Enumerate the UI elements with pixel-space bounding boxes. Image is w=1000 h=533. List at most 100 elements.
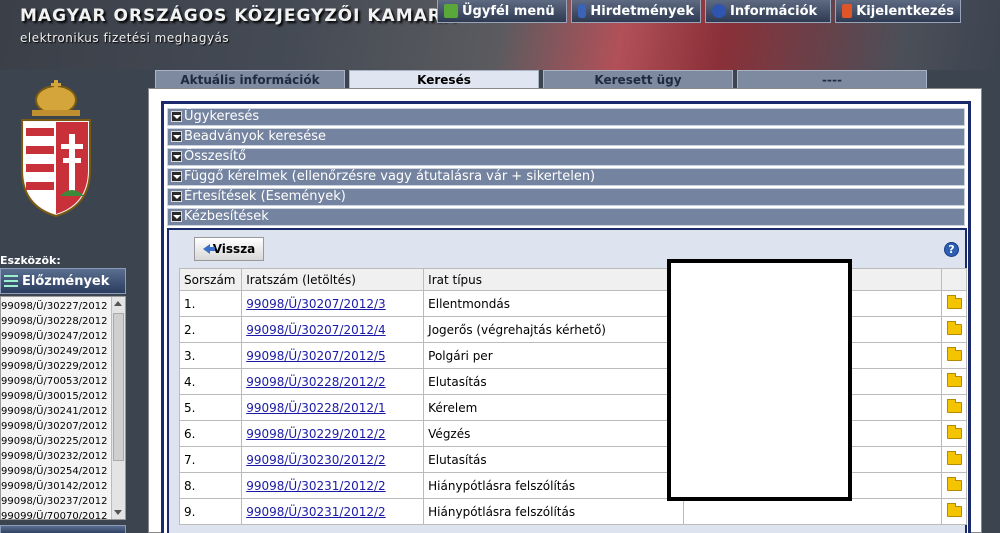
history-item[interactable]: 99098/Ü/30241/2012 [1, 404, 111, 419]
tab-empty[interactable]: ---- [737, 70, 927, 88]
tab-current-info[interactable]: Aktuális információk [155, 70, 345, 88]
row-action [941, 316, 967, 343]
document-download-link[interactable]: 99098/Ü/30207/2012/5 [246, 349, 385, 363]
exit-icon [842, 4, 853, 18]
history-item[interactable]: 99099/Ü/70070/2012 [1, 509, 111, 519]
history-item[interactable]: 99098/Ü/30227/2012 [1, 299, 111, 314]
accordion-summary[interactable]: Összesítő [167, 148, 965, 166]
sidebar-bottom-button[interactable] [0, 525, 126, 533]
history-scrollbar[interactable] [111, 297, 125, 519]
back-button[interactable]: Vissza [194, 237, 264, 261]
row-addressee [683, 394, 943, 421]
document-download-link[interactable]: 99098/Ü/30207/2012/4 [246, 323, 385, 337]
main-tabs: Aktuális információk Keresés Keresett üg… [155, 70, 927, 88]
folder-icon[interactable] [946, 503, 962, 517]
document-download-link[interactable]: 99098/Ü/30229/2012/2 [246, 427, 385, 441]
table-row: 5. 99098/Ü/30228/2012/1 Kérelem [178, 394, 967, 421]
folder-icon[interactable] [946, 477, 962, 491]
folder-icon[interactable] [946, 347, 962, 361]
document-download-link[interactable]: 99098/Ü/30231/2012/2 [246, 505, 385, 519]
document-download-link[interactable]: 99098/Ü/30230/2012/2 [246, 453, 385, 467]
history-item[interactable]: 99098/Ü/30247/2012 [1, 329, 111, 344]
tools-label: Eszközök: [0, 254, 61, 267]
folder-icon[interactable] [946, 451, 962, 465]
scroll-down-icon[interactable] [114, 510, 122, 515]
table-row: 3. 99098/Ü/30207/2012/5 Polgári per [178, 342, 967, 369]
row-document-cell: 99098/Ü/30231/2012/2 [241, 472, 425, 499]
row-document-cell: 99098/Ü/30229/2012/2 [241, 420, 425, 447]
row-document-type: Polgári per [423, 342, 685, 369]
accordion-pending-requests[interactable]: Függő kérelmek (ellenőrzésre vagy átutal… [167, 168, 965, 186]
document-download-link[interactable]: 99098/Ü/30228/2012/2 [246, 375, 385, 389]
information-button[interactable]: Információk [705, 0, 831, 23]
row-serial: 7. [178, 446, 243, 473]
history-item[interactable]: 99098/Ü/70053/2012 [1, 374, 111, 389]
announcements-button[interactable]: Hirdetmények [571, 0, 701, 23]
scroll-up-icon[interactable] [114, 301, 122, 306]
history-item[interactable]: 99098/Ü/30249/2012 [1, 344, 111, 359]
history-button[interactable]: Előzmények [0, 268, 126, 294]
help-icon[interactable]: ? [944, 242, 959, 257]
accordion-deliveries[interactable]: Kézbesítések [167, 208, 965, 226]
row-serial: 3. [178, 342, 243, 369]
tab-searched-case[interactable]: Keresett ügy [543, 70, 733, 88]
row-document-cell: 99098/Ü/30207/2012/3 [241, 290, 425, 317]
search-container: Ügykeresés Beadványok keresése Összesítő… [161, 101, 971, 533]
row-action [941, 420, 967, 447]
row-serial: 4. [178, 368, 243, 395]
history-item[interactable]: 99098/Ü/30229/2012 [1, 359, 111, 374]
history-item[interactable]: 99098/Ü/30232/2012 [1, 449, 111, 464]
row-action [941, 394, 967, 421]
back-arrow-icon [202, 244, 215, 254]
folder-icon[interactable] [946, 295, 962, 309]
row-addressee [683, 420, 943, 447]
row-document-type: Hiánypótlásra felszólítás [423, 498, 685, 525]
row-document-cell: 99098/Ü/30231/2012/2 [241, 498, 425, 525]
folder-icon[interactable] [946, 425, 962, 439]
information-label: Információk [730, 3, 818, 19]
row-addressee [683, 316, 943, 343]
tab-search[interactable]: Keresés [349, 70, 539, 88]
collapse-toggle-icon [171, 131, 182, 142]
client-menu-button[interactable]: Ügyfél menü [437, 0, 567, 23]
document-download-link[interactable]: 99098/Ü/30228/2012/1 [246, 401, 385, 415]
history-list: 99098/Ü/30227/2012 99098/Ü/30228/2012 9909… [0, 296, 126, 520]
row-action [941, 342, 967, 369]
history-item[interactable]: 99098/Ü/30254/2012 [1, 464, 111, 479]
accordion-case-search[interactable]: Ügykeresés [167, 108, 965, 126]
history-button-label: Előzmények [22, 273, 110, 289]
folder-icon[interactable] [946, 373, 962, 387]
table-row: 7. 99098/Ü/30230/2012/2 Elutasítás [178, 446, 967, 473]
folder-icon[interactable] [946, 399, 962, 413]
row-document-cell: 99098/Ü/30207/2012/5 [241, 342, 425, 369]
back-button-label: Vissza [212, 242, 256, 256]
col-document-type: Irat típus [423, 268, 685, 291]
scroll-thumb[interactable] [113, 313, 124, 461]
history-item[interactable]: 99098/Ü/30237/2012 [1, 494, 111, 509]
row-action [941, 368, 967, 395]
history-item[interactable]: 99098/Ü/30142/2012 [1, 479, 111, 494]
history-item[interactable]: 99098/Ü/30015/2012 [1, 389, 111, 404]
folder-icon[interactable] [946, 321, 962, 335]
coat-of-arms-icon [21, 80, 91, 218]
row-action [941, 472, 967, 499]
logout-button[interactable]: Kijelentkezés [835, 0, 961, 23]
row-addressee [683, 472, 943, 499]
accordion-notifications[interactable]: Értesítések (Események) [167, 188, 965, 206]
accordion-label: Beadványok keresése [184, 129, 327, 144]
row-document-cell: 99098/Ü/30230/2012/2 [241, 446, 425, 473]
accordion-filings-search[interactable]: Beadványok keresése [167, 128, 965, 146]
history-item[interactable]: 99098/Ü/30228/2012 [1, 314, 111, 329]
row-document-type: Hiánypótlásra felszólítás [423, 472, 685, 499]
table-row: 6. 99098/Ü/30229/2012/2 Végzés [178, 420, 967, 447]
accordion-label: Ügykeresés [184, 109, 260, 124]
document-download-link[interactable]: 99098/Ü/30207/2012/3 [246, 297, 385, 311]
row-document-cell: 99098/Ü/30228/2012/2 [241, 368, 425, 395]
col-document-number: Iratszám (letöltés) [241, 268, 425, 291]
logout-label: Kijelentkezés [856, 3, 954, 19]
history-item[interactable]: 99098/Ü/30207/2012 [1, 419, 111, 434]
history-item[interactable]: 99098/Ü/30225/2012 [1, 434, 111, 449]
document-download-link[interactable]: 99098/Ü/30231/2012/2 [246, 479, 385, 493]
main-panel: Ügykeresés Beadványok keresése Összesítő… [148, 88, 982, 533]
row-document-type: Kérelem [423, 394, 685, 421]
